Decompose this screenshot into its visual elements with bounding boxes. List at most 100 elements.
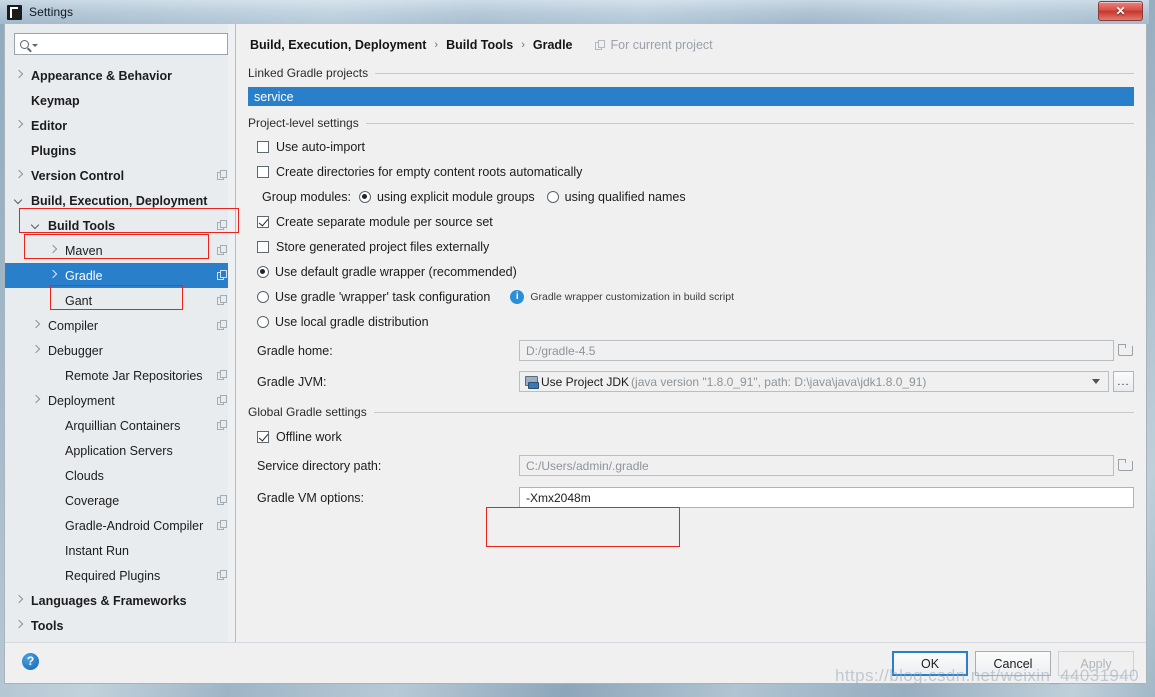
sidebar-item-gradle[interactable]: Gradle bbox=[5, 263, 235, 288]
use-wrapper-task-row[interactable]: Use gradle 'wrapper' task configuration … bbox=[257, 284, 1134, 309]
chevron-right-icon[interactable] bbox=[15, 171, 24, 180]
sidebar-item-label: Debugger bbox=[48, 343, 103, 358]
sidebar-item-label: Languages & Frameworks bbox=[31, 593, 187, 608]
sidebar-item-instant-run[interactable]: Instant Run bbox=[5, 538, 235, 563]
breadcrumb-item-build-execution-deployment[interactable]: Build, Execution, Deployment bbox=[250, 38, 426, 52]
project-scope-icon bbox=[217, 520, 228, 531]
sidebar-item-required-plugins[interactable]: Required Plugins bbox=[5, 563, 235, 588]
sidebar-item-languages-frameworks[interactable]: Languages & Frameworks bbox=[5, 588, 235, 613]
chevron-right-icon[interactable] bbox=[49, 271, 58, 280]
group-modules-row: Group modules: using explicit module gro… bbox=[262, 184, 1134, 209]
sidebar-item-keymap[interactable]: Keymap bbox=[5, 88, 235, 113]
sidebar-item-maven[interactable]: Maven bbox=[5, 238, 235, 263]
offline-work-checkbox[interactable] bbox=[257, 430, 269, 443]
group-modules-explicit-radio[interactable] bbox=[358, 190, 371, 203]
chevron-right-icon[interactable] bbox=[15, 621, 24, 630]
project-scope-icon bbox=[217, 395, 228, 406]
group-modules-qualified-label[interactable]: using qualified names bbox=[565, 190, 686, 204]
list-item-service[interactable]: service bbox=[254, 90, 294, 104]
separate-module-row[interactable]: Create separate module per source set bbox=[257, 209, 1134, 234]
separate-module-label: Create separate module per source set bbox=[276, 214, 493, 229]
chevron-down-icon[interactable] bbox=[32, 44, 38, 47]
service-directory-label: Service directory path: bbox=[257, 458, 382, 473]
search-icon bbox=[20, 39, 29, 49]
group-modules-qualified-radio[interactable] bbox=[546, 190, 559, 203]
sidebar-item-label: Application Servers bbox=[65, 443, 173, 458]
sidebar-item-version-control[interactable]: Version Control bbox=[5, 163, 235, 188]
sidebar-item-build-tools[interactable]: Build Tools bbox=[5, 213, 235, 238]
sidebar-item-application-servers[interactable]: Application Servers bbox=[5, 438, 235, 463]
chevron-right-icon[interactable] bbox=[32, 346, 41, 355]
chevron-down-icon[interactable] bbox=[32, 221, 41, 230]
ok-button[interactable]: OK bbox=[892, 651, 968, 676]
offline-work-row[interactable]: Offline work bbox=[257, 424, 1134, 449]
sidebar-item-debugger[interactable]: Debugger bbox=[5, 338, 235, 363]
separate-module-checkbox[interactable] bbox=[257, 215, 269, 228]
chevron-right-icon[interactable] bbox=[32, 396, 41, 405]
gradle-home-input[interactable]: D:/gradle-4.5 bbox=[519, 340, 1114, 361]
sidebar-item-remote-jar-repositories[interactable]: Remote Jar Repositories bbox=[5, 363, 235, 388]
store-external-checkbox[interactable] bbox=[257, 240, 269, 253]
use-auto-import-checkbox[interactable] bbox=[257, 140, 269, 153]
project-scope-icon bbox=[217, 295, 228, 306]
search-input[interactable] bbox=[14, 33, 228, 55]
breadcrumb-separator-icon: › bbox=[521, 39, 525, 51]
close-button[interactable]: ✕ bbox=[1098, 1, 1143, 21]
gradle-jvm-browse-button[interactable]: ... bbox=[1113, 371, 1134, 392]
use-local-distribution-radio[interactable] bbox=[257, 315, 269, 328]
vm-options-input[interactable]: -Xmx2048m bbox=[519, 487, 1134, 508]
group-modules-explicit-label[interactable]: using explicit module groups bbox=[377, 190, 535, 204]
sidebar-item-label: Instant Run bbox=[65, 543, 129, 558]
create-directories-checkbox[interactable] bbox=[257, 165, 269, 178]
service-directory-input[interactable]: C:/Users/admin/.gradle bbox=[519, 455, 1114, 476]
use-default-wrapper-row[interactable]: Use default gradle wrapper (recommended) bbox=[257, 259, 1134, 284]
chevron-right-icon[interactable] bbox=[15, 121, 24, 130]
use-default-wrapper-radio[interactable] bbox=[257, 265, 269, 278]
sidebar-item-compiler[interactable]: Compiler bbox=[5, 313, 235, 338]
use-wrapper-task-radio[interactable] bbox=[257, 290, 269, 303]
sidebar-item-coverage[interactable]: Coverage bbox=[5, 488, 235, 513]
use-auto-import-row[interactable]: Use auto-import bbox=[257, 134, 1134, 159]
linked-projects-list[interactable]: service bbox=[248, 87, 1134, 106]
project-scope-icon bbox=[217, 570, 228, 581]
breadcrumb-item-build-tools[interactable]: Build Tools bbox=[446, 38, 513, 52]
sidebar-item-tools[interactable]: Tools bbox=[5, 613, 235, 638]
chevron-down-icon[interactable] bbox=[1092, 379, 1100, 384]
sidebar-item-gant[interactable]: Gant bbox=[5, 288, 235, 313]
use-local-distribution-row[interactable]: Use local gradle distribution bbox=[257, 309, 1134, 334]
store-external-row[interactable]: Store generated project files externally bbox=[257, 234, 1134, 259]
global-settings-group-header: Global Gradle settings bbox=[248, 405, 1134, 419]
project-scope-label: For current project bbox=[594, 38, 713, 52]
chevron-right-icon[interactable] bbox=[32, 321, 41, 330]
sidebar-item-appearance-behavior[interactable]: Appearance & Behavior bbox=[5, 63, 235, 88]
sidebar-scrollbar[interactable] bbox=[228, 24, 235, 643]
breadcrumb: Build, Execution, Deployment › Build Too… bbox=[248, 24, 1134, 58]
gradle-jvm-select[interactable]: Use Project JDK (java version "1.8.0_91"… bbox=[519, 371, 1109, 392]
cancel-button[interactable]: Cancel bbox=[975, 651, 1051, 676]
sidebar-item-editor[interactable]: Editor bbox=[5, 113, 235, 138]
chevron-right-icon[interactable] bbox=[15, 71, 24, 80]
linked-projects-label: Linked Gradle projects bbox=[248, 66, 369, 80]
chevron-right-icon[interactable] bbox=[15, 596, 24, 605]
help-button[interactable]: ? bbox=[22, 653, 39, 670]
create-directories-row[interactable]: Create directories for empty content roo… bbox=[257, 159, 1134, 184]
project-scope-icon bbox=[217, 370, 228, 381]
sidebar-item-label: Required Plugins bbox=[65, 568, 161, 583]
project-scope-icon bbox=[217, 245, 228, 256]
sidebar-item-plugins[interactable]: Plugins bbox=[5, 138, 235, 163]
sidebar-item-label: Tools bbox=[31, 618, 64, 633]
settings-sidebar: Appearance & Behavior Keymap Editor Plugins… bbox=[5, 24, 239, 643]
folder-browse-icon[interactable] bbox=[1117, 457, 1134, 474]
gradle-jvm-value: Use Project JDK bbox=[541, 374, 630, 389]
folder-browse-icon[interactable] bbox=[1117, 342, 1134, 359]
sidebar-item-arquillian-containers[interactable]: Arquillian Containers bbox=[5, 413, 235, 438]
sidebar-item-label: Plugins bbox=[31, 143, 77, 158]
sidebar-item-clouds[interactable]: Clouds bbox=[5, 463, 235, 488]
sidebar-item-gradle-android-compiler[interactable]: Gradle-Android Compiler bbox=[5, 513, 235, 538]
sidebar-item-build-execution-deployment[interactable]: Build, Execution, Deployment bbox=[5, 188, 235, 213]
chevron-down-icon[interactable] bbox=[15, 196, 24, 205]
sidebar-item-deployment[interactable]: Deployment bbox=[5, 388, 235, 413]
chevron-right-icon[interactable] bbox=[49, 246, 58, 255]
